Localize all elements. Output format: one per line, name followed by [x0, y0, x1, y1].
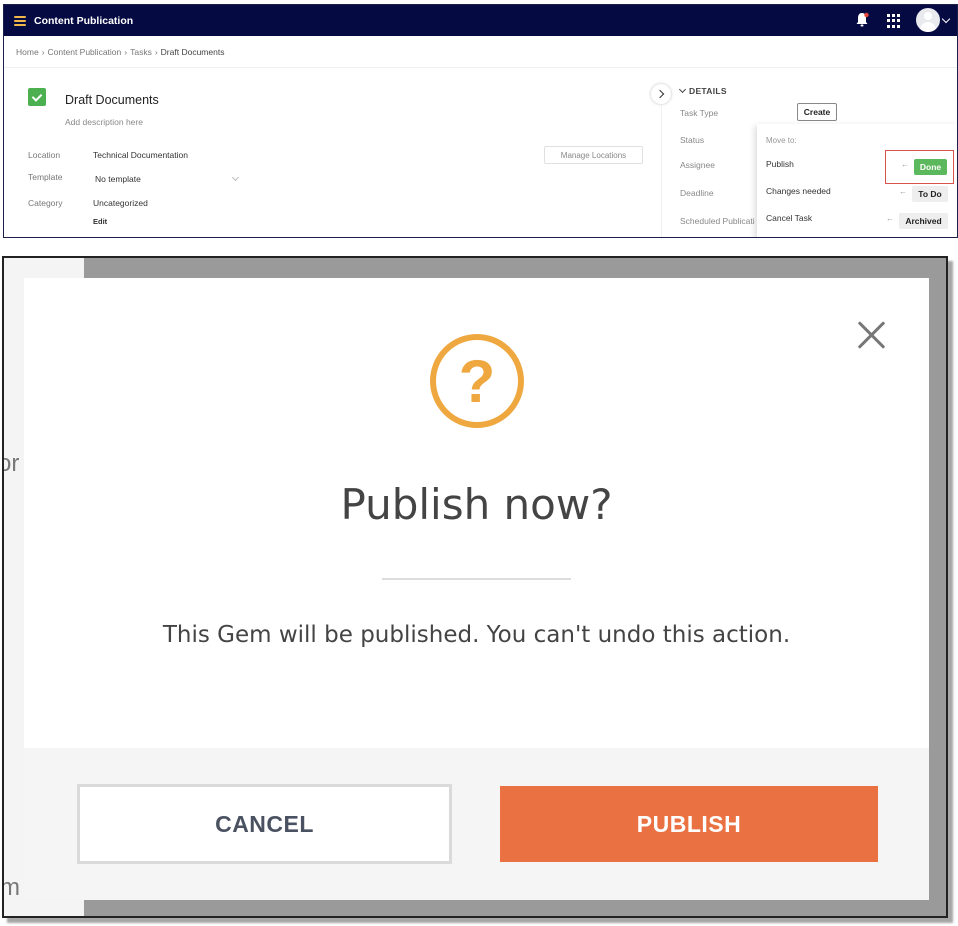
app-window: Content Publication Home › Content Publica…	[3, 4, 958, 238]
dialog-message: This Gem will be published. You can't un…	[162, 622, 791, 648]
hamburger-menu-icon[interactable]	[14, 15, 26, 26]
location-value: Technical Documentation	[93, 150, 188, 160]
document-check-icon	[28, 88, 46, 106]
background-text: or	[4, 450, 20, 477]
publish-confirm-dialog: ? Publish now? This Gem will be publishe…	[24, 278, 929, 900]
dialog-footer: CANCEL PUBLISH	[24, 748, 929, 900]
expand-panel-chevron-icon[interactable]	[651, 84, 671, 104]
panel-divider	[661, 105, 662, 237]
breadcrumb-home[interactable]: Home	[16, 47, 39, 57]
highlight-box	[885, 150, 954, 184]
breadcrumb: Home › Content Publication › Tasks › Draft Doc…	[16, 47, 225, 57]
status-label: Status	[680, 135, 705, 145]
top-bar: Content Publication	[4, 5, 957, 36]
apps-grid-icon[interactable]	[887, 14, 901, 28]
description-input[interactable]: Add description here	[65, 117, 143, 127]
template-label: Template	[28, 172, 63, 182]
task-type-label: Task Type	[680, 108, 719, 118]
template-chevron-down-icon[interactable]	[231, 173, 240, 182]
location-label: Location	[28, 150, 61, 160]
header-divider	[4, 67, 957, 68]
category-value: Uncategorized	[93, 198, 148, 208]
template-select[interactable]: No template	[95, 174, 141, 184]
category-edit-link[interactable]: Edit	[93, 217, 107, 226]
breadcrumb-current: Draft Documents	[160, 47, 225, 57]
status-todo-badge[interactable]: To Do	[912, 186, 948, 202]
question-mark-icon: ?	[430, 334, 524, 428]
close-icon[interactable]	[856, 320, 886, 350]
dialog-divider	[382, 578, 571, 580]
move-to-dropdown: Move to: Publish ← Done Changes needed ←…	[757, 124, 957, 237]
publish-button[interactable]: PUBLISH	[500, 786, 878, 862]
user-avatar[interactable]	[916, 8, 940, 32]
move-option-publish[interactable]: Publish	[766, 159, 794, 169]
dialog-title: Publish now?	[340, 480, 613, 529]
move-option-cancel-task[interactable]: Cancel Task	[766, 213, 812, 223]
modal-screenshot: or m y ? Publish now? This Gem will be p…	[2, 256, 948, 918]
manage-locations-button[interactable]: Manage Locations	[544, 146, 643, 164]
document-title[interactable]: Draft Documents	[65, 93, 159, 107]
arrow-left-icon: ←	[899, 187, 907, 196]
move-option-changes-needed[interactable]: Changes needed	[766, 186, 831, 196]
scheduled-publication-label: Scheduled Publicati	[680, 216, 755, 226]
status-archived-badge[interactable]: Archived	[899, 213, 948, 229]
breadcrumb-tasks[interactable]: Tasks	[130, 47, 152, 57]
chevron-down-icon[interactable]	[941, 14, 951, 24]
details-heading[interactable]: DETAILS	[678, 85, 727, 96]
category-label: Category	[28, 198, 63, 208]
task-type-create-badge[interactable]: Create	[797, 103, 837, 121]
app-title: Content Publication	[34, 14, 134, 27]
details-chevron-icon	[678, 85, 687, 94]
notification-bell-icon[interactable]	[855, 12, 869, 28]
deadline-label: Deadline	[680, 188, 714, 198]
move-to-heading: Move to:	[766, 136, 797, 145]
breadcrumb-content-publication[interactable]: Content Publication	[48, 47, 122, 57]
assignee-label: Assignee	[680, 160, 715, 170]
cancel-button[interactable]: CANCEL	[77, 784, 452, 864]
arrow-left-icon: ←	[886, 214, 894, 223]
